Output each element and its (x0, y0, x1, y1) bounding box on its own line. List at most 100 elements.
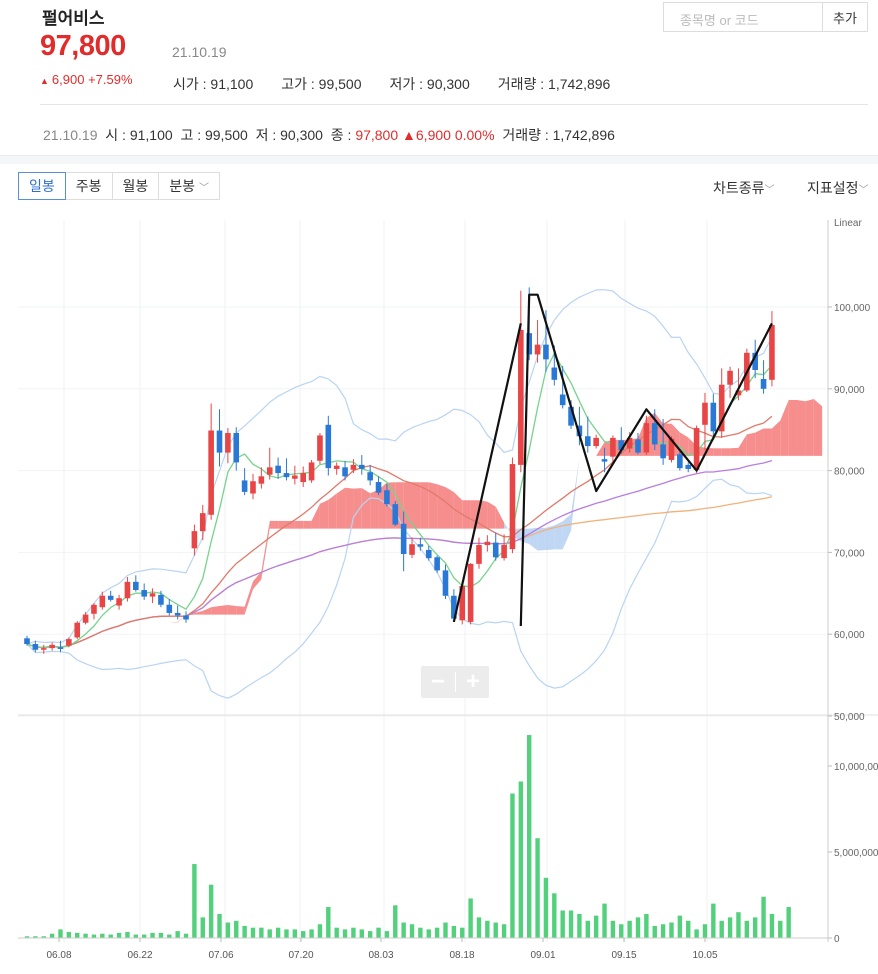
candle-body (107, 595, 114, 600)
tab-weekly[interactable]: 주봉 (64, 172, 113, 200)
candle-body (392, 504, 399, 525)
candle (534, 320, 541, 363)
volume-bar (510, 793, 515, 938)
candle-body (292, 475, 298, 479)
candle (769, 311, 775, 387)
indicator-dropdown[interactable]: 지표설정﹀ (807, 178, 869, 198)
volume-bar (711, 903, 716, 938)
cloud-segment (571, 457, 580, 531)
candle (283, 458, 290, 481)
volume-bar (527, 735, 532, 938)
candle (727, 366, 733, 398)
search-input[interactable]: 종목명 or 코드 (663, 2, 823, 32)
volume-bar (418, 927, 423, 938)
volume-bar (501, 924, 507, 938)
cloud-segment (328, 493, 337, 529)
info-date: 21.10.19 (43, 127, 98, 143)
price-tick-label: 90,000 (834, 385, 865, 396)
candle-body (400, 523, 407, 555)
volume-bar (100, 933, 105, 938)
cloud-segment (269, 520, 279, 529)
candle-body (492, 542, 499, 558)
candle (484, 535, 491, 552)
volume-bar (660, 924, 666, 938)
candle-body (384, 490, 390, 505)
candle-body (258, 476, 265, 484)
candle (250, 473, 256, 500)
candle (82, 612, 89, 625)
chevron-down-icon: ﹀ (764, 185, 775, 196)
candle (292, 465, 298, 485)
volume-bar (125, 931, 130, 938)
candle-body (24, 638, 30, 645)
volume-bar (585, 920, 590, 938)
info-close: 97,800 (355, 127, 399, 143)
candle (518, 290, 524, 473)
cloud-segment (495, 506, 505, 529)
zoom-in-button[interactable]: + (456, 666, 490, 698)
candle-body (543, 344, 549, 360)
candle-body (693, 428, 700, 470)
volume-bar (49, 933, 55, 938)
volume-bar (234, 920, 239, 938)
candle-body (685, 464, 692, 469)
volume-bar (158, 932, 164, 938)
info-low: 저 : 90,300 (255, 127, 323, 143)
candle (216, 409, 223, 467)
candle-body (275, 465, 281, 474)
zigzag-line (519, 293, 773, 627)
volume-bar (744, 920, 750, 938)
change-amount: 6,900 (51, 72, 85, 87)
candle-body (74, 622, 81, 638)
cloud-segment (236, 605, 245, 615)
cloud-segment (738, 434, 747, 456)
volume-bar (200, 917, 205, 938)
cloud-segment (319, 499, 329, 529)
volume-bar (535, 838, 540, 938)
cloud-segment (336, 487, 346, 529)
candle-body (551, 367, 558, 380)
date-tick-label: 08.03 (368, 950, 393, 961)
candle-body (710, 402, 717, 432)
candle (300, 466, 307, 487)
divider (40, 104, 868, 105)
volume-bar (702, 924, 708, 938)
volume-bar (719, 920, 724, 938)
price-stats: 시가 : 91,100 고가 : 99,500 저가 : 90,300 거래량 : 1… (173, 74, 638, 94)
candle (241, 468, 248, 496)
stock-chart[interactable]: Linear 100,000 90,000 80,000 70,000 60,000 50,… (0, 210, 878, 974)
candle (183, 611, 189, 623)
info-open: 시 : 91,100 (105, 127, 173, 143)
candle-body (208, 430, 214, 515)
up-triangle-icon: ▲ (402, 127, 416, 143)
add-button[interactable]: 추가 (822, 2, 868, 32)
candle-body (216, 430, 223, 453)
volume-bar (619, 924, 624, 938)
tab-minute[interactable]: 분봉 ﹀ (158, 172, 220, 200)
candle (166, 599, 173, 616)
tab-monthly[interactable]: 월봉 (111, 172, 160, 200)
candle-body (702, 402, 708, 425)
candle-body (250, 481, 256, 494)
cloud-segment (244, 581, 253, 615)
candle (107, 590, 114, 602)
candle (509, 457, 516, 554)
candle-body (183, 615, 189, 620)
volume-bar (292, 929, 298, 938)
cloud-segment (746, 432, 756, 456)
cloud-segment (227, 604, 237, 615)
zoom-out-button[interactable]: − (421, 666, 455, 698)
tab-daily[interactable]: 일봉 (18, 172, 66, 200)
candle (492, 532, 499, 561)
candle-body (325, 424, 332, 469)
current-price: 97,800 (40, 30, 126, 62)
candle (375, 476, 382, 496)
candle-body (484, 541, 491, 546)
candle-body (375, 482, 382, 493)
volume-bar (342, 929, 348, 938)
candle-body (593, 437, 599, 447)
cloud-segment (211, 605, 220, 615)
volume-bar (560, 910, 565, 938)
candle (317, 432, 323, 465)
chart-type-dropdown[interactable]: 차트종류﹀ (713, 178, 775, 198)
